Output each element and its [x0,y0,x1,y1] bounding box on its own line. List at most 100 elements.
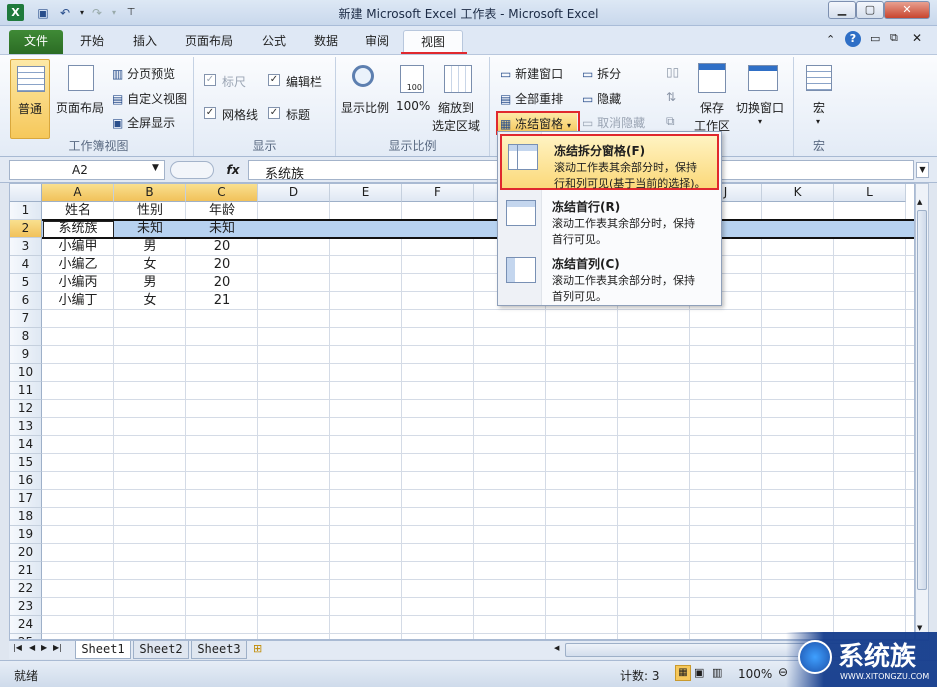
cell-a1[interactable]: 姓名 [42,202,114,220]
split-button[interactable]: ▭ 拆分 [582,65,621,82]
tab-page-layout[interactable]: 页面布局 [177,30,241,54]
column-header-e[interactable]: E [330,184,402,202]
worksheet-grid[interactable]: ABCDEFGHIJKL 123456789101112131415161718… [9,183,915,640]
row-header-5[interactable]: 5 [10,274,42,292]
ruler-checkbox[interactable]: ✓ [204,74,216,86]
menu-item-freeze-top-row[interactable]: 冻结首行(R) 滚动工作表其余部分时，保持 首行可见。 [500,192,719,248]
name-box-dropdown-icon[interactable]: ▼ [152,163,159,173]
next-sheet-icon[interactable]: ▶ [41,643,47,652]
row-header-6[interactable]: 6 [10,292,42,310]
hscroll-left-icon[interactable]: ◀ [554,644,559,652]
formula-bar-checkbox[interactable]: ✓ [268,74,280,86]
row-header-12[interactable]: 12 [10,400,42,418]
row-header-1[interactable]: 1 [10,202,42,220]
row-header-18[interactable]: 18 [10,508,42,526]
ribbon-collapse-icon[interactable]: ⌃ [826,33,835,46]
tab-file[interactable]: 文件 [9,30,63,54]
row-header-17[interactable]: 17 [10,490,42,508]
view-side-by-side-icon[interactable]: ▯▯ [666,65,679,79]
row-header-2[interactable]: 2 [10,220,42,238]
zoom-selection-button[interactable]: 缩放到 选定区域 [432,59,486,139]
new-window-button[interactable]: ▭ 新建窗口 [500,65,563,82]
arrange-all-button[interactable]: ▤ 全部重排 [500,90,563,107]
row-header-8[interactable]: 8 [10,328,42,346]
row-header-13[interactable]: 13 [10,418,42,436]
column-header-k[interactable]: K [762,184,834,202]
unhide-button[interactable]: ▭ 取消隐藏 [582,114,645,131]
custom-views-button[interactable]: ▤ 自定义视图 [112,90,187,107]
prev-sheet-icon[interactable]: ◀ [29,643,35,652]
cell-b5[interactable]: 男 [114,274,186,292]
cell-a3[interactable]: 小编甲 [42,238,114,256]
cell-a4[interactable]: 小编乙 [42,256,114,274]
formula-expand-icon[interactable]: ▼ [916,162,929,178]
cell-c6[interactable]: 21 [186,292,258,310]
normal-view-button[interactable]: 普通 [10,59,50,139]
scroll-down-icon[interactable]: ▼ [917,624,922,632]
tab-insert[interactable]: 插入 [125,30,165,54]
row-header-21[interactable]: 21 [10,562,42,580]
name-box[interactable]: A2 ▼ [9,160,165,180]
menu-item-freeze-panes[interactable]: 冻结拆分窗格(F) 滚动工作表其余部分时，保持 行和列可见(基于当前的选择)。 [500,134,719,190]
row-header-10[interactable]: 10 [10,364,42,382]
scroll-up-icon[interactable]: ▲ [917,198,922,206]
cell-b4[interactable]: 女 [114,256,186,274]
zoom-button[interactable]: 显示比例 [340,59,390,139]
cell-b1[interactable]: 性别 [114,202,186,220]
select-all-corner[interactable] [10,184,42,202]
cell-c3[interactable]: 20 [186,238,258,256]
insert-sheet-icon[interactable]: ⊞ [253,642,262,655]
cell-c2[interactable]: 未知 [186,220,258,238]
menu-item-freeze-first-column[interactable]: 冻结首列(C) 滚动工作表其余部分时，保持 首列可见。 [500,249,719,305]
save-workspace-button[interactable]: 保存 工作区 [690,59,734,139]
page-break-preview-button[interactable]: ▥ 分页预览 [112,65,175,82]
tab-review[interactable]: 审阅 [357,30,397,54]
wb-restore-icon[interactable]: ⧉ [890,31,898,45]
cell-c5[interactable]: 20 [186,274,258,292]
sheet-tab-2[interactable]: Sheet2 [133,641,189,659]
row-header-4[interactable]: 4 [10,256,42,274]
sheet-tab-1[interactable]: Sheet1 [75,641,131,659]
full-screen-button[interactable]: ▣ 全屏显示 [112,114,175,131]
hide-button[interactable]: ▭ 隐藏 [582,90,621,107]
first-sheet-icon[interactable]: |◀ [13,643,22,652]
wb-minimize-icon[interactable]: ▭ [870,32,880,45]
insert-function-button[interactable]: fx [221,160,245,180]
column-header-d[interactable]: D [258,184,330,202]
tab-formulas[interactable]: 公式 [254,30,294,54]
cell-c4[interactable]: 20 [186,256,258,274]
switch-windows-button[interactable]: 切换窗口 ▾ [736,59,790,139]
wb-close-icon[interactable]: ✕ [912,31,922,45]
row-header-20[interactable]: 20 [10,544,42,562]
row-header-11[interactable]: 11 [10,382,42,400]
minimize-button[interactable]: ▁ [828,1,856,19]
column-header-l[interactable]: L [834,184,906,202]
sync-scroll-icon[interactable]: ⇅ [666,90,676,104]
tab-home[interactable]: 开始 [72,30,112,54]
cell-a6[interactable]: 小编丁 [42,292,114,310]
cell-b2[interactable]: 未知 [114,220,186,238]
status-zoom[interactable]: 100% [738,667,772,681]
cell-a2[interactable]: 系统族 [42,220,114,238]
zoom-100-button[interactable]: 100 100% [394,59,430,139]
column-header-c[interactable]: C [186,184,258,202]
page-break-status-icon[interactable]: ▥ [712,666,722,679]
page-layout-status-icon[interactable]: ▣ [694,666,704,679]
row-header-14[interactable]: 14 [10,436,42,454]
close-button[interactable]: ✕ [884,1,930,19]
scroll-thumb[interactable] [917,210,927,590]
row-header-24[interactable]: 24 [10,616,42,634]
tab-data[interactable]: 数据 [306,30,346,54]
gridlines-checkbox[interactable]: ✓ [204,107,216,119]
row-header-3[interactable]: 3 [10,238,42,256]
row-header-15[interactable]: 15 [10,454,42,472]
row-header-16[interactable]: 16 [10,472,42,490]
reset-position-icon[interactable]: ⧉ [666,114,675,129]
last-sheet-icon[interactable]: ▶| [53,643,62,652]
cell-b3[interactable]: 男 [114,238,186,256]
normal-view-status-icon[interactable]: ▦ [675,665,691,681]
cell-b6[interactable]: 女 [114,292,186,310]
headings-checkbox[interactable]: ✓ [268,107,280,119]
help-icon[interactable]: ? [845,31,861,47]
macros-button[interactable]: 宏 ▾ [800,59,840,139]
